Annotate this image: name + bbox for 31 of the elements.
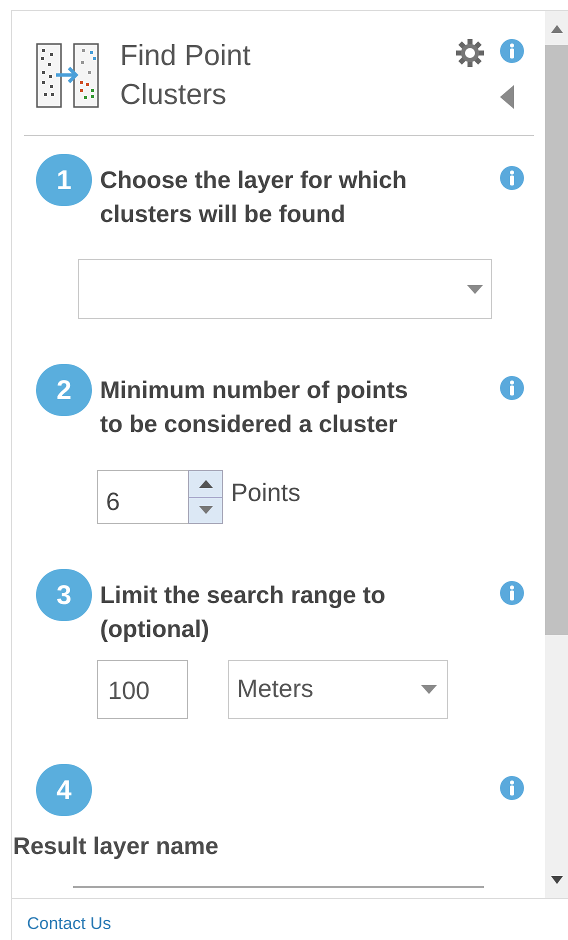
info-icon[interactable] [500, 376, 524, 400]
step-title: Choose the layer for which clusters will be found [100, 166, 408, 230]
panel-title: Find Point Clusters [120, 39, 252, 113]
collapse-icon[interactable] [500, 85, 514, 109]
number-field[interactable]: 6 [97, 470, 188, 524]
scrollbar[interactable] [545, 11, 568, 898]
step-number: 4 [36, 764, 92, 816]
info-icon[interactable] [500, 39, 524, 63]
step-title: Minimum number of points to be considered a cluster [100, 376, 409, 440]
step-number: 2 [36, 364, 92, 416]
scroll-down-icon[interactable] [550, 876, 562, 884]
contact-link[interactable]: Contact Us [27, 914, 112, 933]
scroll-up-icon[interactable] [550, 25, 562, 33]
step-title: Limit the search range to (optional) [100, 581, 386, 645]
info-icon[interactable] [500, 776, 524, 800]
cluster-tool-icon [36, 43, 100, 109]
caret-icon [421, 685, 437, 694]
unit-label: Points [231, 478, 300, 509]
info-icon[interactable] [500, 581, 524, 605]
step-number: 3 [36, 569, 92, 621]
up-arrow-icon [198, 480, 212, 488]
layer-dropdown[interactable] [78, 259, 492, 319]
info-icon[interactable] [500, 166, 524, 190]
unit-dropdown[interactable]: Meters [228, 660, 448, 719]
settings-icon[interactable] [456, 39, 484, 67]
down-arrow-icon [198, 506, 212, 514]
scroll-thumb[interactable] [545, 45, 568, 635]
field-label: Result layer name [13, 832, 220, 862]
step-number: 1 [36, 154, 92, 206]
distance-field[interactable]: 100 [97, 660, 188, 719]
caret-icon [467, 284, 483, 294]
